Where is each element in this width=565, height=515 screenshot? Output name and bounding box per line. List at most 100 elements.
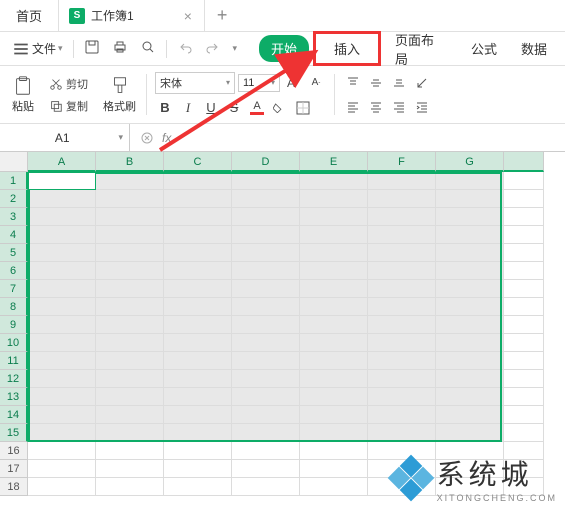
cell[interactable] (164, 262, 232, 280)
underline-button[interactable]: U (201, 98, 221, 118)
cell[interactable] (28, 316, 96, 334)
row-header[interactable]: 9 (0, 316, 28, 334)
cell[interactable] (436, 262, 504, 280)
cell[interactable] (28, 172, 96, 190)
cell[interactable] (232, 478, 300, 496)
row-header[interactable]: 10 (0, 334, 28, 352)
cell[interactable] (436, 334, 504, 352)
cell[interactable] (96, 316, 164, 334)
undo-icon[interactable] (173, 36, 197, 61)
cell[interactable] (164, 352, 232, 370)
cell[interactable] (96, 226, 164, 244)
row-header[interactable]: 14 (0, 406, 28, 424)
cell[interactable] (300, 172, 368, 190)
cell[interactable] (504, 298, 544, 316)
cell[interactable] (300, 334, 368, 352)
cell[interactable] (504, 226, 544, 244)
row-header[interactable]: 8 (0, 298, 28, 316)
cell[interactable] (436, 316, 504, 334)
cell[interactable] (96, 172, 164, 190)
fx-label[interactable]: fx (162, 131, 171, 145)
cell[interactable] (232, 334, 300, 352)
align-right-icon[interactable] (389, 97, 409, 117)
cell[interactable] (164, 280, 232, 298)
cell[interactable] (164, 442, 232, 460)
select-all-corner[interactable] (0, 152, 28, 172)
cell[interactable] (28, 460, 96, 478)
cell[interactable] (232, 316, 300, 334)
cell[interactable] (300, 478, 368, 496)
cell[interactable] (232, 388, 300, 406)
cell[interactable] (368, 334, 436, 352)
cell[interactable] (504, 388, 544, 406)
align-center-icon[interactable] (366, 97, 386, 117)
cell[interactable] (368, 262, 436, 280)
dropdown-icon[interactable]: ▾ (229, 40, 242, 57)
cell[interactable] (232, 244, 300, 262)
column-header[interactable] (504, 152, 544, 172)
cell[interactable] (96, 208, 164, 226)
row-header[interactable]: 7 (0, 280, 28, 298)
cell[interactable] (368, 316, 436, 334)
cell[interactable] (28, 262, 96, 280)
cell[interactable] (368, 424, 436, 442)
cell[interactable] (300, 298, 368, 316)
cell[interactable] (436, 424, 504, 442)
cell[interactable] (232, 280, 300, 298)
row-header[interactable]: 12 (0, 370, 28, 388)
cell[interactable] (504, 190, 544, 208)
cell[interactable] (96, 406, 164, 424)
tab-formula[interactable]: 公式 (461, 35, 507, 62)
cut-button[interactable]: 剪切 (46, 74, 91, 94)
cell[interactable] (300, 442, 368, 460)
cell[interactable] (436, 352, 504, 370)
column-header[interactable]: C (164, 152, 232, 172)
column-header[interactable]: G (436, 152, 504, 172)
cell[interactable] (96, 424, 164, 442)
cell[interactable] (164, 316, 232, 334)
home-tab[interactable]: 首页 (0, 0, 59, 31)
cell[interactable] (300, 316, 368, 334)
cell[interactable] (164, 244, 232, 262)
font-select[interactable]: 宋体▾ (155, 72, 235, 94)
cell[interactable] (164, 424, 232, 442)
cell[interactable] (368, 226, 436, 244)
align-top-icon[interactable] (343, 73, 363, 93)
cell[interactable] (28, 190, 96, 208)
save-icon[interactable] (80, 36, 104, 61)
row-header[interactable]: 2 (0, 190, 28, 208)
cell[interactable] (504, 424, 544, 442)
border-button[interactable] (293, 98, 313, 118)
cell[interactable] (504, 172, 544, 190)
cell[interactable] (300, 244, 368, 262)
tab-data[interactable]: 数据 (511, 35, 557, 62)
orientation-icon[interactable] (412, 73, 432, 93)
cell[interactable] (28, 370, 96, 388)
cell[interactable] (300, 280, 368, 298)
column-header[interactable]: B (96, 152, 164, 172)
cell[interactable] (232, 226, 300, 244)
row-header[interactable]: 5 (0, 244, 28, 262)
cell[interactable] (300, 226, 368, 244)
cell[interactable] (28, 298, 96, 316)
row-header[interactable]: 18 (0, 478, 28, 496)
cell[interactable] (436, 244, 504, 262)
cell[interactable] (164, 388, 232, 406)
cell[interactable] (28, 478, 96, 496)
cell[interactable] (300, 388, 368, 406)
cell[interactable] (164, 208, 232, 226)
cell[interactable] (164, 370, 232, 388)
cell[interactable] (232, 460, 300, 478)
cell[interactable] (164, 460, 232, 478)
tab-start[interactable]: 开始 (259, 35, 309, 62)
cell[interactable] (300, 406, 368, 424)
cell[interactable] (368, 352, 436, 370)
cell[interactable] (96, 280, 164, 298)
row-header[interactable]: 17 (0, 460, 28, 478)
cell[interactable] (300, 460, 368, 478)
column-header[interactable]: E (300, 152, 368, 172)
cell[interactable] (28, 244, 96, 262)
cell[interactable] (164, 172, 232, 190)
cell[interactable] (96, 298, 164, 316)
font-color-button[interactable]: A (247, 98, 267, 118)
